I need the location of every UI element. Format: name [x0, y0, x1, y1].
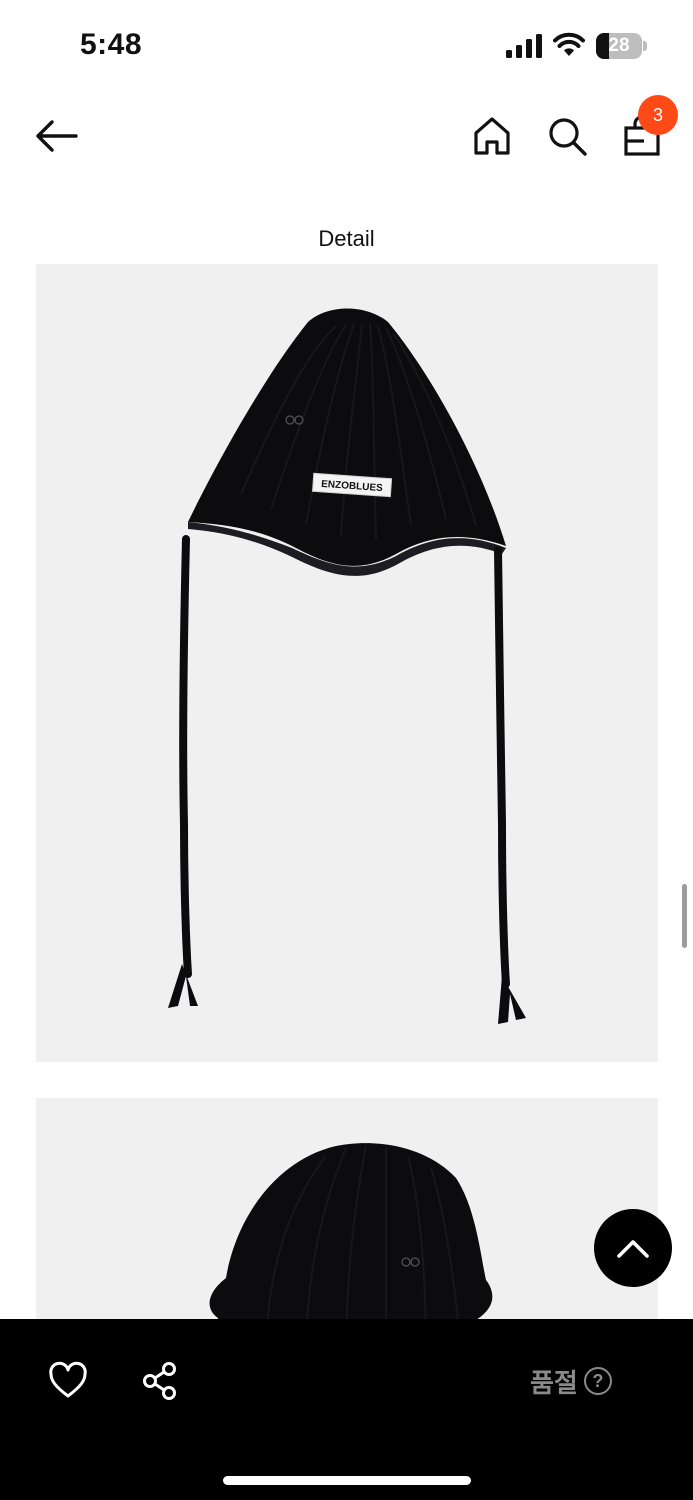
back-arrow-icon[interactable] — [30, 114, 82, 158]
svg-text:ab: ab — [410, 1260, 418, 1267]
home-indicator — [223, 1476, 471, 1485]
battery-level: 28 — [608, 35, 630, 56]
top-nav-bar — [0, 92, 693, 202]
share-icon[interactable] — [140, 1361, 180, 1401]
battery-icon: 28 — [596, 33, 648, 59]
status-time: 5:48 — [80, 28, 143, 61]
search-icon[interactable] — [545, 114, 589, 158]
help-circle-icon[interactable]: ? — [583, 1367, 612, 1395]
wifi-icon — [553, 32, 585, 56]
section-title: Detail — [318, 226, 375, 251]
scroll-indicator[interactable] — [682, 884, 687, 948]
bottom-action-bar: 품절 ? — [0, 1319, 693, 1500]
status-bar: 5:48 28 — [0, 0, 693, 92]
sold-out-label: 품절 — [530, 1368, 578, 1399]
chevron-up-icon — [617, 1240, 649, 1258]
cart-count-badge[interactable]: 3 — [638, 95, 678, 135]
scroll-to-top-button[interactable] — [594, 1209, 672, 1287]
product-image-front[interactable]: ab ENZOBLUES — [36, 264, 658, 1062]
beanie-illustration: ab ENZOBLUES — [168, 308, 526, 1024]
sold-out-status[interactable]: 품절 ? — [530, 1363, 612, 1399]
signal-icon — [506, 34, 542, 58]
heart-icon[interactable] — [48, 1361, 88, 1401]
home-icon[interactable] — [470, 114, 514, 158]
svg-text:ab: ab — [294, 418, 302, 425]
